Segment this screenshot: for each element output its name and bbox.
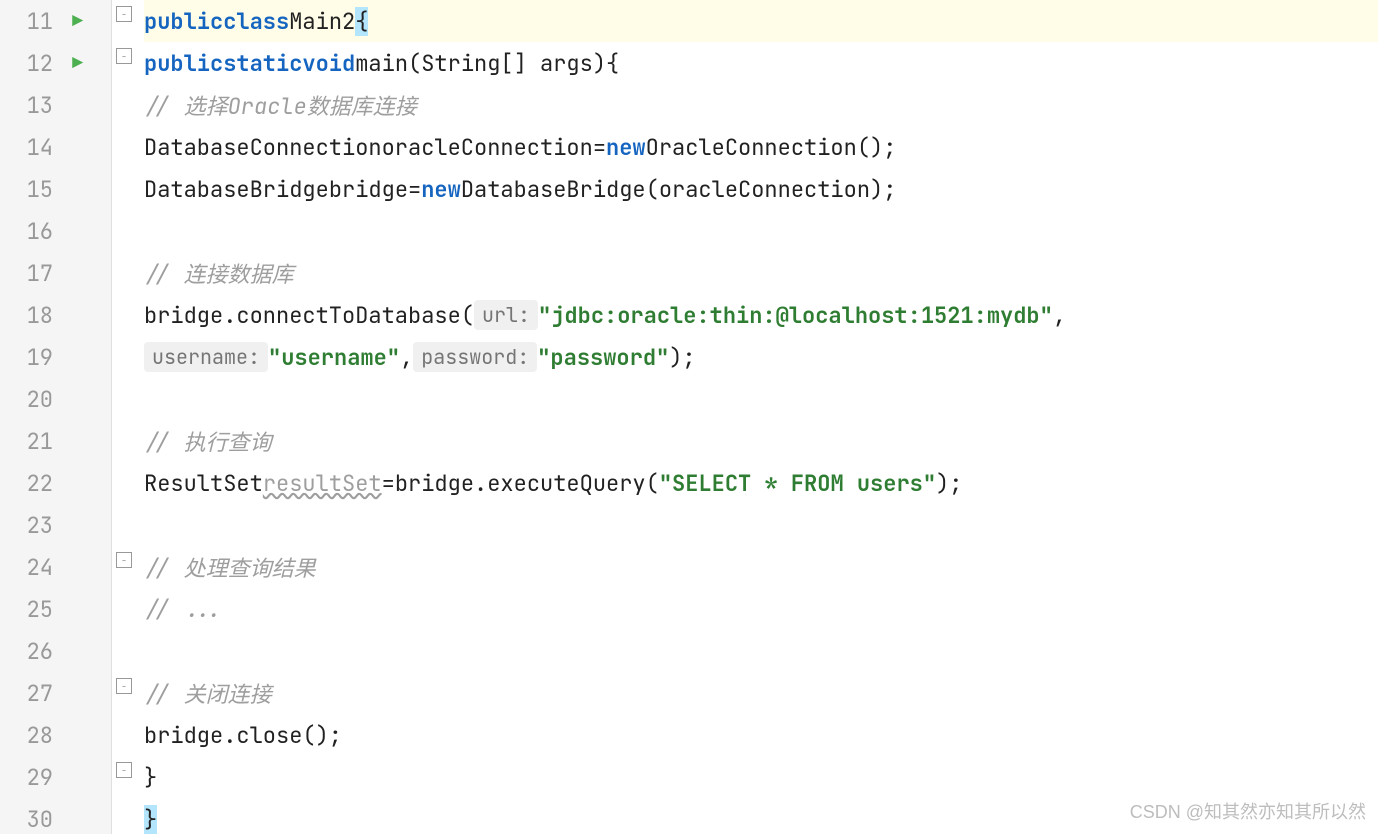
brace-open: {: [355, 7, 368, 36]
type-name: DatabaseBridge: [144, 175, 329, 204]
line-number-gutter: 11▶ 12▶ 13 14 15 16 17 18 19 20 21 22 23…: [0, 0, 112, 834]
param-hint-password: password:: [413, 342, 537, 372]
method-call: bridge.executeQuery(: [395, 469, 659, 498]
fold-icon[interactable]: −: [116, 6, 132, 22]
type-name: ResultSet: [144, 469, 263, 498]
string-literal: "jdbc:oracle:thin:@localhost:1521:mydb": [538, 301, 1053, 330]
method-name: main: [355, 49, 408, 78]
line-number[interactable]: 20: [0, 378, 111, 420]
line-number[interactable]: 24: [0, 546, 111, 588]
line-number[interactable]: 12▶: [0, 42, 111, 84]
code-line[interactable]: bridge.connectToDatabase( url: "jdbc:ora…: [144, 294, 1378, 336]
line-number[interactable]: 21: [0, 420, 111, 462]
code-line[interactable]: bridge.close();: [144, 714, 1378, 756]
code-line[interactable]: [144, 630, 1378, 672]
keyword-new: new: [421, 175, 461, 204]
line-number[interactable]: 26: [0, 630, 111, 672]
line-number[interactable]: 11▶: [0, 0, 111, 42]
code-line[interactable]: DatabaseBridge bridge = new DatabaseBrid…: [144, 168, 1378, 210]
line-number[interactable]: 27: [0, 672, 111, 714]
method-call: bridge.connectToDatabase(: [144, 301, 474, 330]
line-number[interactable]: 29: [0, 756, 111, 798]
code-line[interactable]: DatabaseConnection oracleConnection = ne…: [144, 126, 1378, 168]
variable-unused: resultSet: [263, 469, 382, 498]
code-line[interactable]: // 连接数据库: [144, 252, 1378, 294]
string-literal: "password": [537, 343, 669, 372]
code-line[interactable]: [144, 210, 1378, 252]
method-call: bridge.close();: [144, 721, 342, 750]
run-icon[interactable]: ▶: [72, 52, 83, 75]
keyword-class: class: [223, 7, 289, 36]
code-line[interactable]: ResultSet resultSet = bridge.executeQuer…: [144, 462, 1378, 504]
line-number[interactable]: 16: [0, 210, 111, 252]
variable: oracleConnection: [382, 133, 593, 162]
brace-close: }: [144, 805, 157, 834]
code-line[interactable]: }: [144, 756, 1378, 798]
comment: // 连接数据库: [144, 257, 294, 289]
code-line[interactable]: // 选择Oracle数据库连接: [144, 84, 1378, 126]
brace-close: }: [144, 763, 157, 792]
class-name: Main2: [289, 7, 355, 36]
keyword-static: static: [223, 49, 302, 78]
comment: // 选择Oracle数据库连接: [144, 89, 417, 121]
fold-column: − − − − −: [112, 0, 144, 834]
fold-icon[interactable]: −: [116, 552, 132, 568]
line-number[interactable]: 19: [0, 336, 111, 378]
variable: bridge: [329, 175, 408, 204]
code-line[interactable]: [144, 504, 1378, 546]
line-number[interactable]: 17: [0, 252, 111, 294]
param-hint-url: url:: [474, 300, 538, 330]
run-icon[interactable]: ▶: [72, 10, 83, 33]
fold-icon[interactable]: −: [116, 48, 132, 64]
code-line[interactable]: username: "username", password: "passwor…: [144, 336, 1378, 378]
code-line[interactable]: // 处理查询结果: [144, 546, 1378, 588]
string-literal: "SELECT * FROM users": [659, 469, 936, 498]
comment: // ...: [144, 595, 223, 624]
line-number[interactable]: 28: [0, 714, 111, 756]
constructor-call: OracleConnection(): [646, 133, 884, 162]
line-number[interactable]: 14: [0, 126, 111, 168]
string-literal: "username": [268, 343, 400, 372]
line-number[interactable]: 18: [0, 294, 111, 336]
line-number[interactable]: 13: [0, 84, 111, 126]
code-editor[interactable]: public class Main2 { public static void …: [144, 0, 1378, 834]
fold-icon[interactable]: −: [116, 678, 132, 694]
fold-icon[interactable]: −: [116, 762, 132, 778]
code-line[interactable]: // ...: [144, 588, 1378, 630]
watermark: CSDN @知其然亦知其所以然: [1130, 798, 1366, 824]
code-line[interactable]: [144, 378, 1378, 420]
param-hint-username: username:: [144, 342, 268, 372]
keyword-void: void: [302, 49, 355, 78]
keyword-public: public: [144, 7, 223, 36]
keyword-new: new: [606, 133, 646, 162]
brace-open: {: [606, 49, 619, 78]
code-line[interactable]: // 关闭连接: [144, 672, 1378, 714]
comment: // 执行查询: [144, 425, 272, 457]
constructor-call: DatabaseBridge(oracleConnection): [461, 175, 883, 204]
keyword-public: public: [144, 49, 223, 78]
line-number[interactable]: 25: [0, 588, 111, 630]
code-line[interactable]: public class Main2 {: [144, 0, 1378, 42]
line-number[interactable]: 23: [0, 504, 111, 546]
line-number[interactable]: 15: [0, 168, 111, 210]
comment: // 处理查询结果: [144, 551, 316, 583]
code-line[interactable]: // 执行查询: [144, 420, 1378, 462]
method-params: (String[] args): [408, 49, 606, 78]
comment: // 关闭连接: [144, 677, 272, 709]
type-name: DatabaseConnection: [144, 133, 382, 162]
code-line[interactable]: public static void main(String[] args) {: [144, 42, 1378, 84]
line-number[interactable]: 22: [0, 462, 111, 504]
